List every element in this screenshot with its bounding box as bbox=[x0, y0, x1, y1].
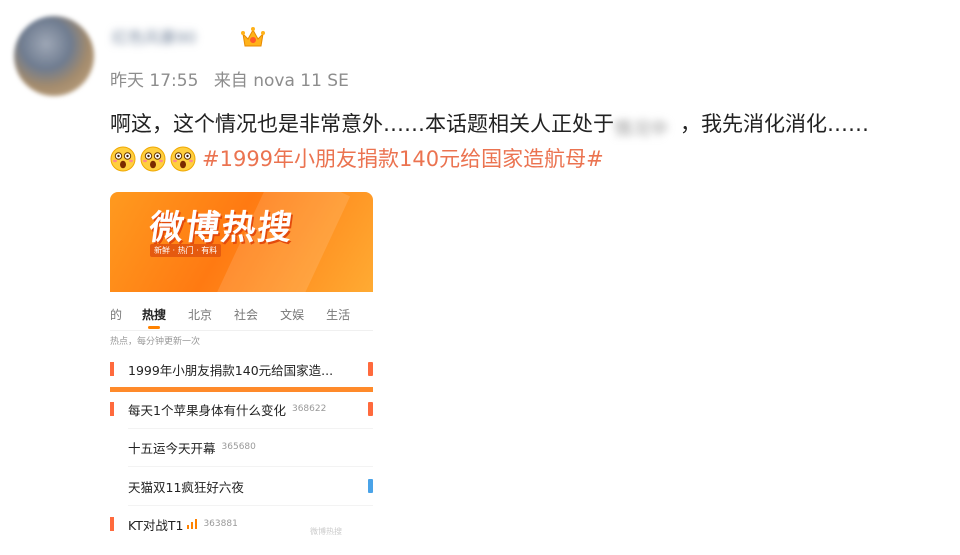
shocked-emoji-icon bbox=[110, 146, 136, 172]
post-meta: 昨天 17:55 来自 nova 11 SE bbox=[110, 66, 359, 91]
rank-marker bbox=[110, 362, 114, 376]
divider bbox=[128, 428, 373, 429]
banner-title: 微博热搜 bbox=[146, 208, 297, 248]
tab-beijing: 北京 bbox=[188, 307, 213, 322]
post-text-part2: ，我先消化消化…… bbox=[680, 112, 869, 136]
new-tag-icon bbox=[368, 479, 373, 493]
post-text-part1: 啊这，这个情况也是非常意外……本话题相关人正处于 bbox=[110, 112, 614, 136]
watermark: 微博热搜 bbox=[310, 527, 342, 536]
hot-search-screenshot-image[interactable]: 微博热搜 新鲜 · 热门 · 有料 的 热搜 北京 社会 文娱 生活 热点，每分… bbox=[110, 192, 373, 544]
post-text-line2: #1999年小朋友捐款140元给国家造航母# bbox=[110, 143, 604, 175]
rank-marker bbox=[110, 402, 114, 416]
hot-tag-icon bbox=[368, 362, 373, 376]
list-item: 每天1个苹果身体有什么变化 368622 bbox=[110, 392, 373, 426]
post-text: 啊这，这个情况也是非常意外……本话题相关人正处于情况中 ，我先消化消化…… bbox=[110, 108, 869, 140]
tab-society: 社会 bbox=[234, 307, 259, 322]
shocked-emoji-icon bbox=[170, 146, 196, 172]
post-source: 来自 nova 11 SE bbox=[213, 71, 349, 91]
divider bbox=[128, 505, 373, 506]
username[interactable]: 红色风暴90 bbox=[112, 26, 232, 50]
banner-subtitle: 新鲜 · 热门 · 有料 bbox=[150, 244, 222, 257]
list-item-title: 1999年小朋友捐款140元给国家造... bbox=[128, 362, 334, 378]
post-text-blurred: 情况中 bbox=[614, 119, 668, 140]
crown-icon bbox=[241, 27, 265, 47]
hot-search-tabs: 的 热搜 北京 社会 文娱 生活 bbox=[110, 300, 373, 329]
shocked-emoji-icon bbox=[140, 146, 166, 172]
list-item-count: 363881 bbox=[203, 519, 238, 529]
hashtag-link[interactable]: #1999年小朋友捐款140元给国家造航母# bbox=[202, 143, 604, 175]
avatar[interactable] bbox=[14, 16, 94, 96]
hot-tag-icon bbox=[368, 402, 373, 416]
list-item-count: 368622 bbox=[291, 404, 327, 414]
list-item-title: 天猫双11疯狂好六夜 bbox=[128, 479, 244, 495]
tab-entertainment: 文娱 bbox=[280, 307, 305, 322]
list-item: 十五运今天开幕 365680 bbox=[110, 430, 373, 464]
list-item-title: 十五运今天开幕 bbox=[128, 440, 216, 456]
list-item: 天猫双11疯狂好六夜 bbox=[110, 469, 373, 503]
divider bbox=[128, 466, 373, 467]
tab-partial: 的 bbox=[110, 307, 123, 322]
post-time: 昨天 17:55 bbox=[110, 71, 199, 91]
rising-bars-icon bbox=[187, 519, 198, 529]
list-item-title: KT对战T1 bbox=[128, 517, 184, 533]
list-item: 1999年小朋友捐款140元给国家造... bbox=[110, 352, 373, 386]
rank-marker bbox=[110, 517, 114, 531]
hot-search-banner: 微博热搜 新鲜 · 热门 · 有料 bbox=[110, 192, 373, 342]
tab-hot-search: 热搜 bbox=[142, 307, 167, 329]
list-item-title: 每天1个苹果身体有什么变化 bbox=[128, 402, 286, 418]
tab-life: 生活 bbox=[326, 307, 351, 322]
update-notice: 热点，每分钟更新一次 bbox=[110, 337, 201, 347]
divider bbox=[110, 330, 373, 331]
list-item-count: 365680 bbox=[221, 442, 256, 452]
